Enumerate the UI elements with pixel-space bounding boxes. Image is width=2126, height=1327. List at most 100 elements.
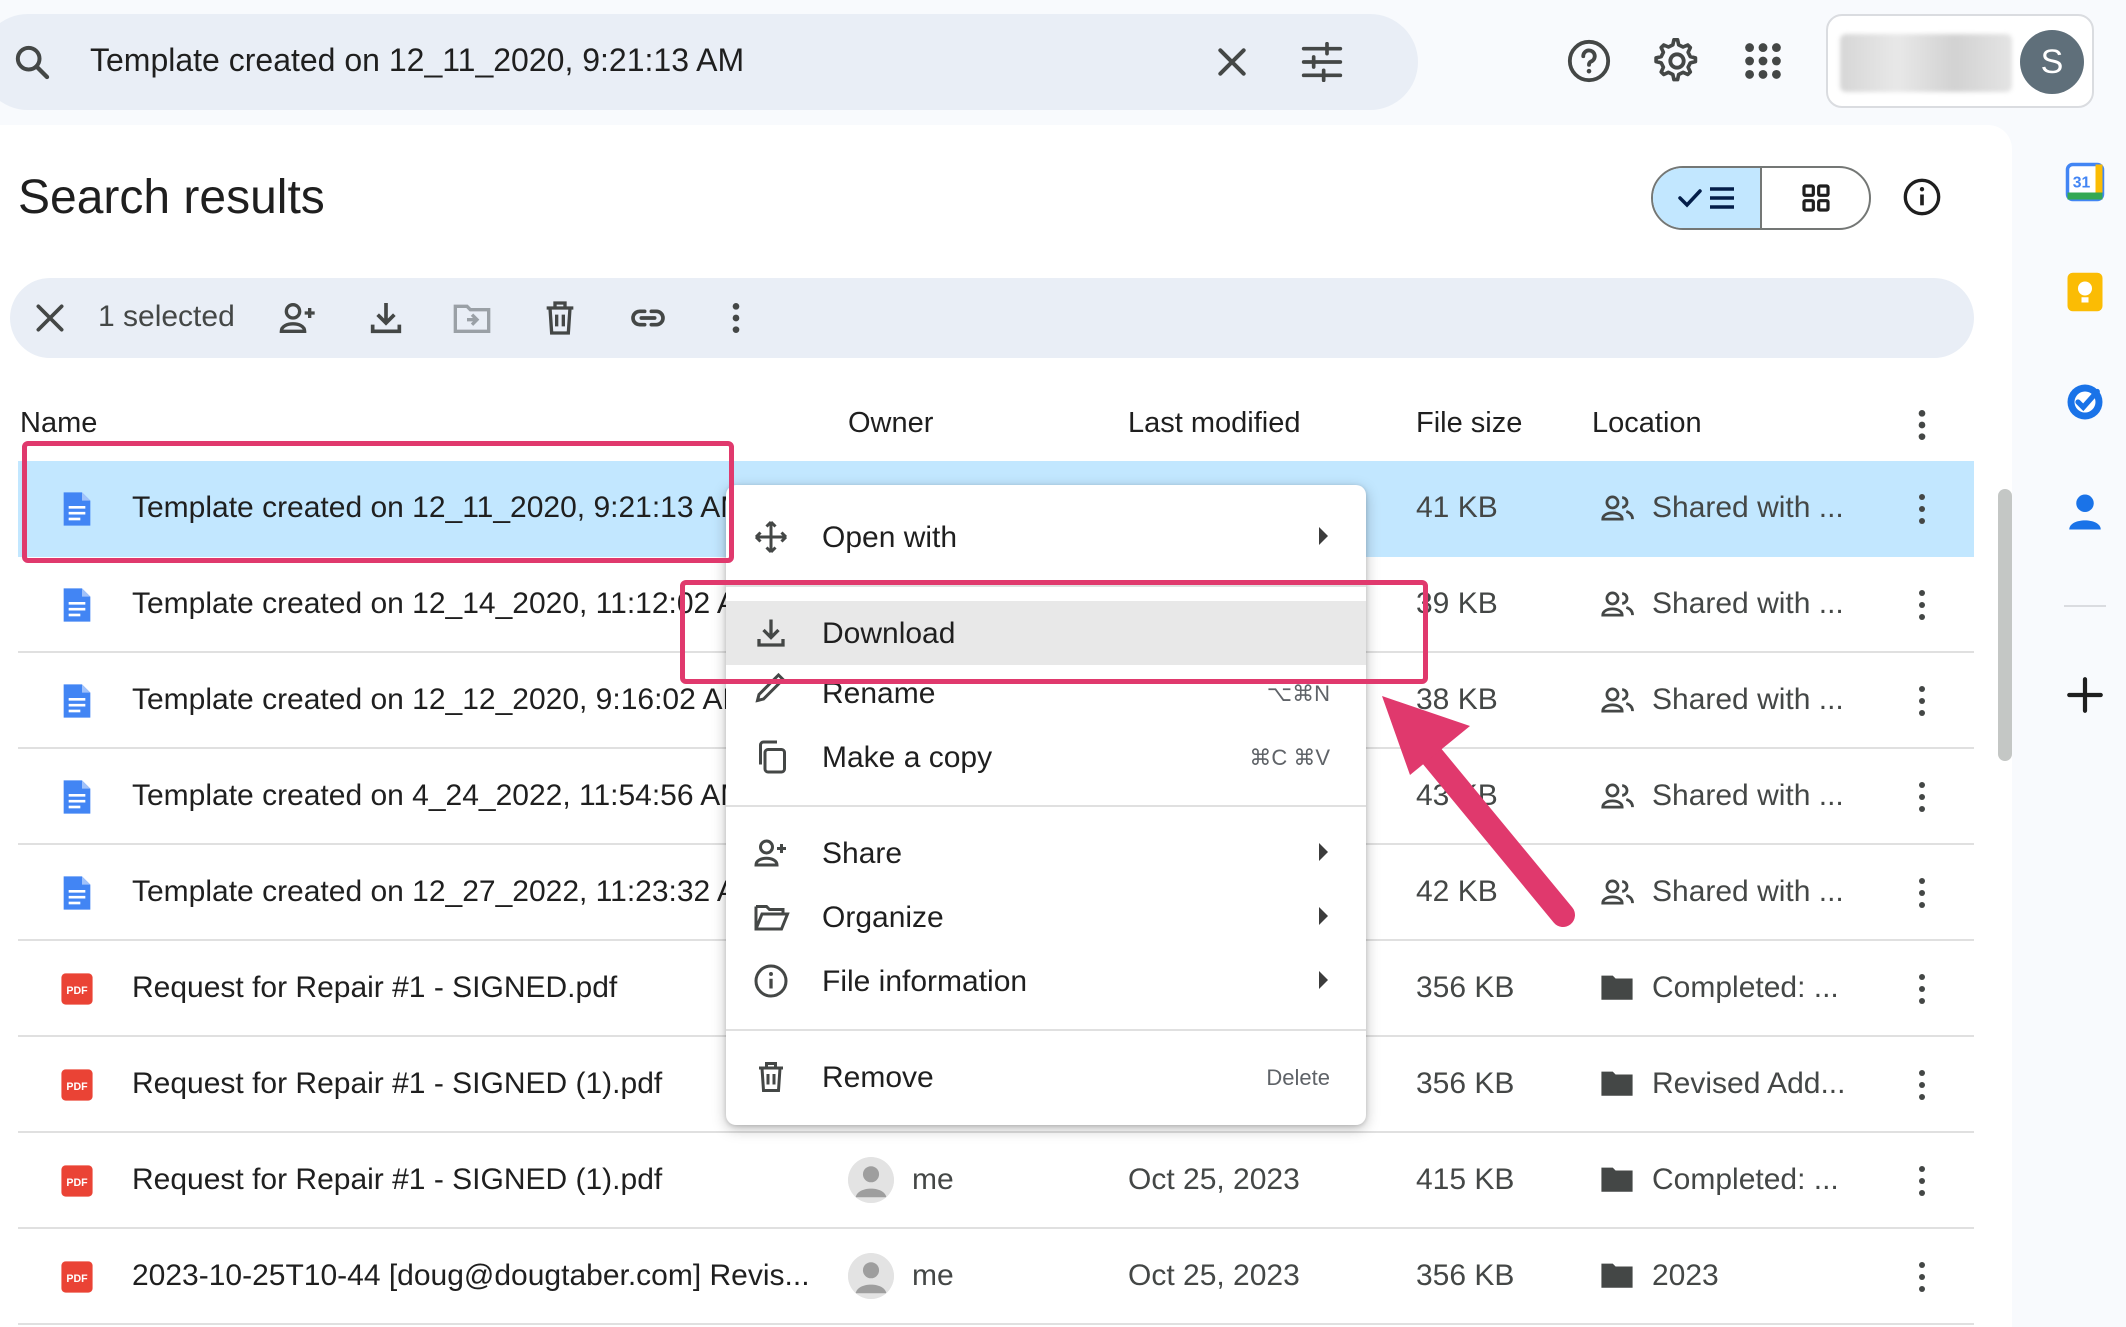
file-name[interactable]: Request for Repair #1 - SIGNED (1).pdf [132,1163,662,1197]
menu-item-rename[interactable]: Rename ⌥⌘N [726,665,1366,705]
file-name[interactable]: Template created on 12_11_2020, 9:21:13 … [132,491,745,525]
share-person-add-icon [754,839,786,867]
file-location[interactable]: 2023 [1652,1259,1719,1293]
folder-icon [1600,971,1636,1005]
header-name[interactable]: Name [20,407,97,440]
column-options-icon[interactable] [1910,405,1934,445]
column-headers: Name Owner Last modified File size Locat… [0,395,1974,451]
submenu-arrow-icon [1319,527,1328,545]
view-toggle[interactable] [1651,166,1871,230]
header-location[interactable]: Location [1592,407,1702,440]
rail-divider [2064,605,2106,607]
header-file-size[interactable]: File size [1416,407,1522,440]
clear-selection-icon[interactable] [30,298,70,338]
file-size: 415 KB [1416,1163,1515,1196]
page-title: Search results [18,171,325,224]
trash-icon[interactable] [540,298,580,338]
add-icon[interactable] [2064,674,2106,716]
file-size: 39 KB [1416,587,1498,620]
file-location[interactable]: Shared with ... [1652,491,1844,525]
account-switcher[interactable]: S [1826,14,2094,108]
top-bar: Template created on 12_11_2020, 9:21:13 … [0,0,2126,125]
file-name[interactable]: Request for Repair #1 - SIGNED.pdf [132,971,617,1005]
pdf-badge-label: PDF [66,1177,88,1189]
file-location[interactable]: Shared with ... [1652,875,1844,909]
pdf-badge-label: PDF [66,985,88,997]
help-icon[interactable] [1566,38,1612,84]
menu-item-file-information[interactable]: File information [726,949,1366,1013]
file-size: 356 KB [1416,971,1515,1004]
file-name[interactable]: Template created on 12_12_2020, 9:16:02 … [132,683,747,717]
header-owner[interactable]: Owner [848,407,933,440]
more-actions-icon[interactable] [1916,585,1928,625]
settings-gear-icon[interactable] [1654,38,1700,84]
contacts-icon[interactable] [2064,491,2106,533]
more-actions-icon[interactable] [1916,1065,1928,1105]
more-actions-icon[interactable] [1916,681,1928,721]
copy-icon [759,740,786,774]
file-location[interactable]: Shared with ... [1652,779,1844,813]
file-size: 356 KB [1416,1067,1515,1100]
context-menu: Open with Download Rename ⌥⌘N Make a cop… [726,485,1366,1125]
list-view-checked-icon [1677,187,1734,209]
scrollbar[interactable] [1998,489,2012,761]
menu-item-organize[interactable]: Organize [726,885,1366,949]
info-icon[interactable] [1902,177,1942,217]
file-location[interactable]: Revised Add... [1652,1067,1845,1101]
menu-label: Download [822,617,956,650]
share-person-add-icon[interactable] [278,298,318,338]
selection-count: 1 selected [98,300,235,333]
close-icon[interactable] [1212,42,1252,82]
menu-item-download[interactable]: Download [726,601,1366,665]
avatar[interactable]: S [2020,30,2084,94]
menu-item-remove[interactable]: Remove Delete [726,1045,1366,1109]
file-location[interactable]: Shared with ... [1652,683,1844,717]
menu-divider [726,585,1366,587]
grid-view-button[interactable] [1762,168,1869,228]
file-size: 41 KB [1416,491,1498,524]
search-icon[interactable] [12,42,52,82]
link-icon[interactable] [628,298,668,338]
submenu-arrow-icon [1319,907,1328,925]
more-actions-icon[interactable] [1916,969,1928,1009]
owner-name: me [912,1163,954,1196]
side-panel: 31 [2012,125,2126,1327]
pdf-badge-label: PDF [66,1273,88,1285]
more-actions-icon[interactable] [1916,1257,1928,1297]
more-actions-icon[interactable] [716,298,756,338]
menu-item-share[interactable]: Share [726,821,1366,885]
move-icon [453,304,491,333]
folder-icon [1600,1259,1636,1293]
header-last-modified[interactable]: Last modified [1128,407,1301,440]
more-actions-icon[interactable] [1916,777,1928,817]
file-name[interactable]: Template created on 4_24_2022, 11:54:56 … [132,779,745,813]
keep-icon[interactable] [2064,271,2106,313]
table-row[interactable]: PDF Request for Repair #1 - SIGNED (1).pd… [18,1133,1974,1229]
table-row[interactable]: PDF 2023-10-25T10-44 [doug@dougtaber.com]… [18,1229,1974,1325]
google-doc-icon [60,489,94,529]
search-bar[interactable]: Template created on 12_11_2020, 9:21:13 … [0,14,1418,110]
file-name[interactable]: Request for Repair #1 - SIGNED (1).pdf [132,1067,662,1101]
more-actions-icon[interactable] [1916,1161,1928,1201]
file-name[interactable]: Template created on 12_14_2020, 11:12:02… [132,587,762,621]
people-icon [1600,779,1636,813]
menu-label: File information [822,965,1028,998]
search-options-icon[interactable] [1300,42,1344,82]
list-view-button[interactable] [1653,168,1762,228]
more-actions-icon[interactable] [1916,489,1928,529]
search-input[interactable]: Template created on 12_11_2020, 9:21:13 … [90,42,744,79]
file-location[interactable]: Shared with ... [1652,587,1844,621]
calendar-icon[interactable]: 31 [2064,161,2106,203]
apps-grid-icon[interactable] [1740,38,1786,84]
download-icon[interactable] [366,298,406,338]
file-name[interactable]: Template created on 12_27_2022, 11:23:32… [132,875,762,909]
more-actions-icon[interactable] [1916,873,1928,913]
file-size: 356 KB [1416,1259,1515,1292]
menu-item-make-copy[interactable]: Make a copy ⌘C ⌘V [726,725,1366,789]
file-name[interactable]: 2023-10-25T10-44 [doug@dougtaber.com] Re… [132,1259,810,1293]
menu-item-open-with[interactable]: Open with [726,505,1366,569]
file-location[interactable]: Completed: ... [1652,1163,1839,1197]
file-location[interactable]: Completed: ... [1652,971,1839,1005]
tasks-icon[interactable] [2064,381,2106,423]
menu-divider [726,1029,1366,1031]
